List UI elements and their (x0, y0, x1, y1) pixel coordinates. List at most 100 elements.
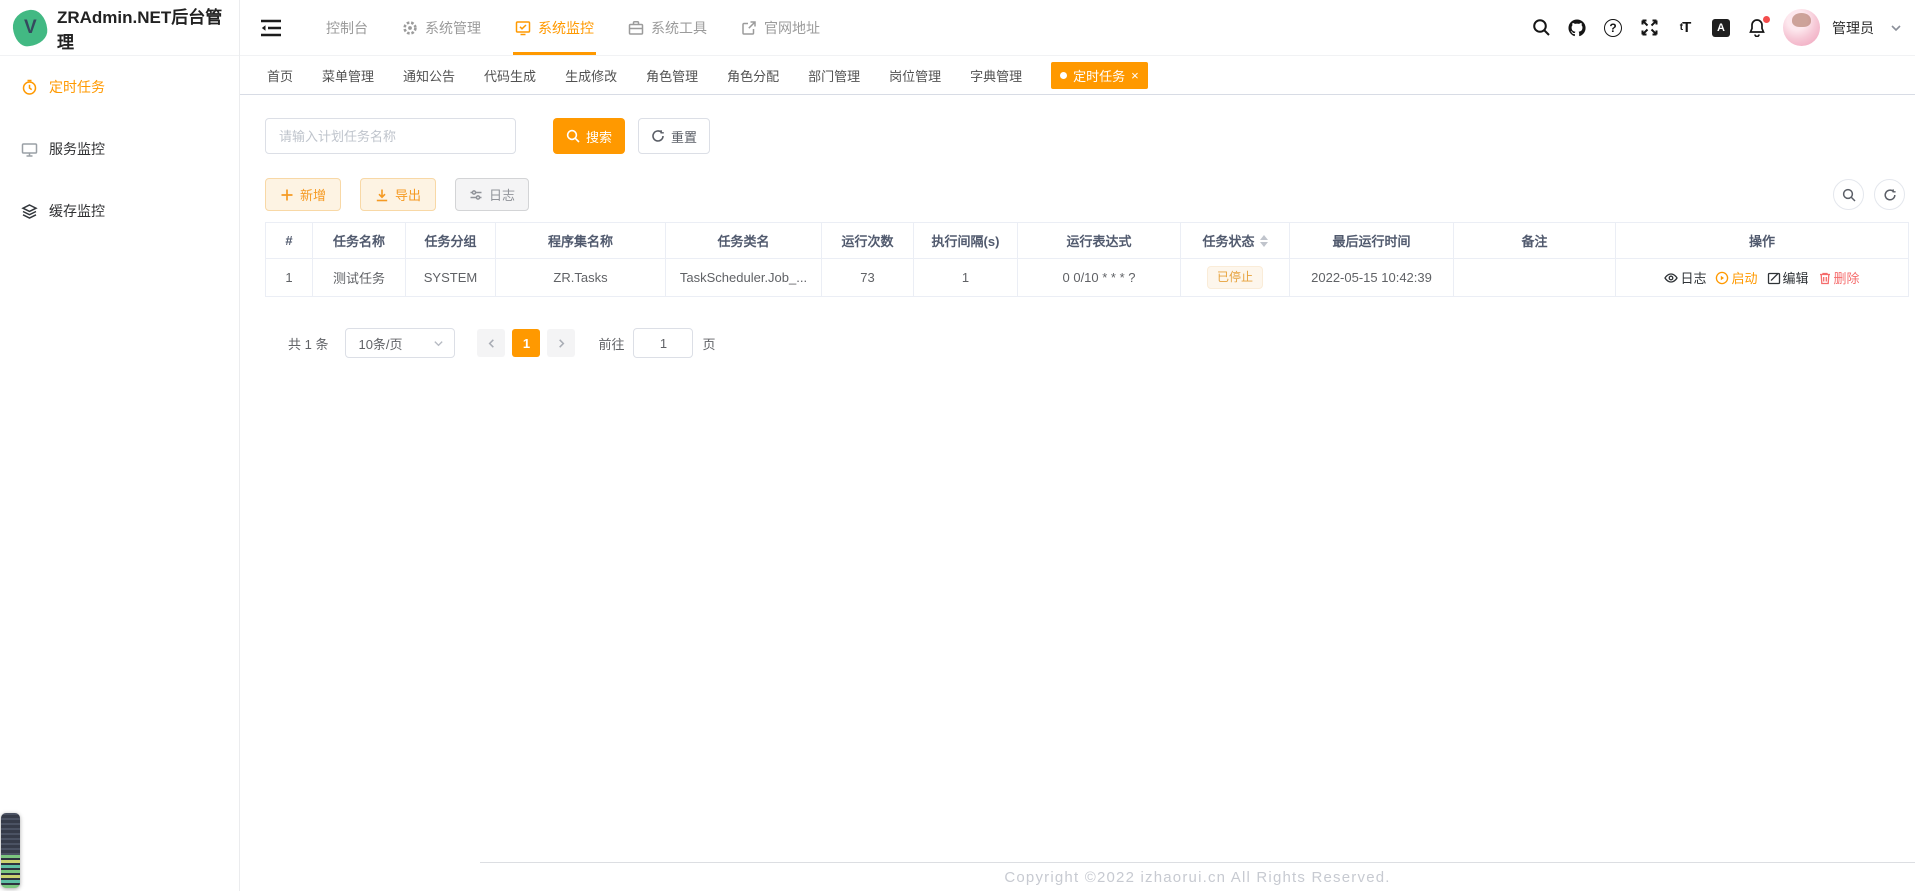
header: 控制台 系统管理 系统监控 系统工具 官网地址 (240, 0, 1915, 56)
nav-item-system-monitor[interactable]: 系统监控 (498, 0, 611, 55)
layers-icon (21, 203, 38, 220)
goto-page-input[interactable] (633, 328, 693, 358)
search-icon (1842, 188, 1856, 202)
col-remark: 备注 (1454, 223, 1616, 259)
col-assembly: 程序集名称 (496, 223, 666, 259)
translate-icon[interactable]: A (1711, 18, 1731, 38)
cell-remark (1454, 259, 1616, 297)
tab-generation-edit[interactable]: 生成修改 (565, 66, 617, 85)
nav-item-console[interactable]: 控制台 (309, 0, 385, 55)
log-button[interactable]: 日志 (455, 178, 529, 211)
sidebar-item-label: 定时任务 (49, 77, 105, 97)
goto-label: 前往 (598, 334, 624, 353)
bell-icon[interactable] (1747, 18, 1767, 38)
tab-role-assignment[interactable]: 角色分配 (727, 66, 779, 85)
tab-department-management[interactable]: 部门管理 (808, 66, 860, 85)
nav-label: 系统管理 (425, 18, 481, 38)
cell-index: 1 (266, 259, 313, 297)
page-unit-label: 页 (702, 334, 715, 353)
collapse-sidebar-icon[interactable] (260, 18, 282, 38)
font-size-icon[interactable]: tT (1675, 18, 1695, 38)
add-button[interactable]: 新增 (265, 178, 341, 211)
page-size-select[interactable]: 10条/页 (345, 328, 455, 358)
briefcase-icon (628, 20, 644, 36)
sidebar-item-service-monitor[interactable]: 服务监控 (0, 118, 239, 180)
github-icon[interactable] (1567, 18, 1587, 38)
cell-operations: 日志 启动 编辑 (1616, 259, 1909, 297)
sort-icon[interactable] (1260, 235, 1268, 247)
col-interval: 执行间隔(s) (914, 223, 1018, 259)
nav-item-official-site[interactable]: 官网地址 (724, 0, 837, 55)
row-start-link[interactable]: 启动 (1715, 268, 1757, 287)
col-last-run: 最后运行时间 (1290, 223, 1454, 259)
sidebar: V ZRAdmin.NET后台管理 定时任务 服务监控 缓存监控 (0, 0, 240, 891)
cell-task-group: SYSTEM (406, 259, 496, 297)
cell-last-run: 2022-05-15 10:42:39 (1290, 259, 1454, 297)
task-name-input[interactable] (265, 118, 516, 154)
tab-dictionary-management[interactable]: 字典管理 (970, 66, 1022, 85)
chevron-left-icon (486, 338, 497, 349)
show-search-button[interactable] (1833, 179, 1864, 210)
status-badge: 已停止 (1207, 266, 1263, 288)
export-button[interactable]: 导出 (360, 178, 436, 211)
action-buttons: 新增 导出 日志 (265, 178, 529, 211)
row-delete-link[interactable]: 删除 (1818, 268, 1860, 287)
fullscreen-icon[interactable] (1639, 18, 1659, 38)
total-count: 共 1 条 (288, 334, 328, 353)
plus-icon (280, 188, 294, 202)
nav-item-system-tools[interactable]: 系统工具 (611, 0, 724, 55)
nav-item-system-management[interactable]: 系统管理 (385, 0, 498, 55)
browser-extension-widget[interactable] (1, 813, 20, 888)
tab-role-management[interactable]: 角色管理 (646, 66, 698, 85)
row-log-link[interactable]: 日志 (1664, 268, 1706, 287)
col-status: 任务状态 (1181, 223, 1290, 259)
timer-icon (21, 79, 38, 96)
refresh-icon (651, 129, 665, 143)
search-button[interactable]: 搜索 (553, 118, 625, 154)
col-operations: 操作 (1616, 223, 1909, 259)
avatar[interactable] (1783, 9, 1820, 46)
tab-scheduled-tasks[interactable]: 定时任务 × (1051, 62, 1148, 89)
pagination: 共 1 条 10条/页 1 前往 页 (288, 328, 716, 358)
search-icon (566, 129, 580, 143)
trash-icon (1818, 271, 1832, 285)
prev-page-button[interactable] (477, 329, 505, 357)
main-content: 搜索 重置 新增 导出 日志 (240, 95, 1915, 891)
nav-label: 控制台 (326, 18, 368, 38)
tab-home[interactable]: 首页 (267, 66, 293, 85)
tab-post-management[interactable]: 岗位管理 (889, 66, 941, 85)
nav-label: 系统监控 (538, 18, 594, 38)
footer: Copyright ©2022 izhaorui.cn All Rights R… (480, 862, 1915, 891)
tab-notice[interactable]: 通知公告 (403, 66, 455, 85)
chevron-down-icon[interactable] (1890, 22, 1902, 34)
cell-class-name: TaskScheduler.Job_... (666, 259, 822, 297)
close-tab-icon[interactable]: × (1131, 69, 1139, 82)
sidebar-item-cache-monitor[interactable]: 缓存监控 (0, 180, 239, 242)
tab-code-generation[interactable]: 代码生成 (484, 66, 536, 85)
sliders-icon (469, 188, 483, 202)
user-name[interactable]: 管理员 (1832, 18, 1874, 38)
top-nav: 控制台 系统管理 系统监控 系统工具 官网地址 (309, 0, 837, 55)
tab-menu-management[interactable]: 菜单管理 (322, 66, 374, 85)
nav-label: 官网地址 (764, 18, 820, 38)
play-icon (1715, 271, 1729, 285)
tab-label: 定时任务 (1073, 66, 1125, 85)
refresh-table-button[interactable] (1874, 179, 1905, 210)
cell-task-name: 测试任务 (313, 259, 406, 297)
monitor-icon (21, 141, 38, 158)
sidebar-item-scheduled-tasks[interactable]: 定时任务 (0, 56, 239, 118)
external-link-icon (741, 20, 757, 36)
download-icon (375, 188, 389, 202)
copyright-text: Copyright ©2022 izhaorui.cn All Rights R… (1004, 869, 1390, 886)
reset-button[interactable]: 重置 (638, 118, 710, 154)
refresh-icon (1883, 188, 1897, 202)
next-page-button[interactable] (547, 329, 575, 357)
page-number-1[interactable]: 1 (512, 329, 540, 357)
help-icon[interactable]: ? (1603, 18, 1623, 38)
cell-run-count: 73 (822, 259, 914, 297)
search-icon[interactable] (1531, 18, 1551, 38)
nav-label: 系统工具 (651, 18, 707, 38)
edit-icon (1767, 271, 1781, 285)
row-edit-link[interactable]: 编辑 (1767, 268, 1809, 287)
cell-interval: 1 (914, 259, 1018, 297)
